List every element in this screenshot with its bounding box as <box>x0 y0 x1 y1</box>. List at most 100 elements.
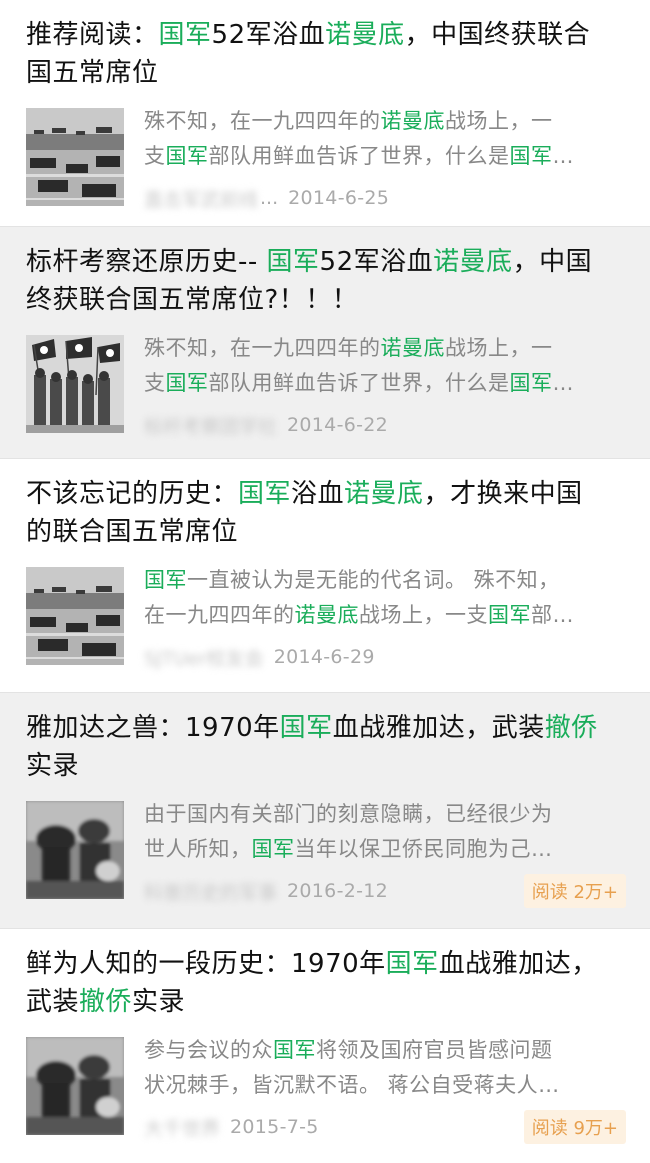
text-line: 实录 <box>26 747 626 785</box>
text-segment: 推荐阅读： <box>26 20 159 50</box>
keyword-highlight: 国军 <box>266 247 320 277</box>
text-segment: ，才换来中国 <box>423 479 583 509</box>
article-title: 推荐阅读：国军52军浴血诺曼底，中国终获联合国五常席位 <box>26 16 626 92</box>
source-ellipsis: ... <box>260 187 279 209</box>
keyword-highlight: 国军 <box>509 371 553 395</box>
article-meta: 大千世界 2015-7-5 阅读 9万+ <box>144 1107 626 1147</box>
text-line: 世人所知，国军当年以保卫侨民同胞为己… <box>144 832 626 867</box>
text-line: 在一九四四年的诺曼底战场上，一支国军部… <box>144 598 626 633</box>
keyword-highlight: 国军 <box>165 144 209 168</box>
article-card[interactable]: 雅加达之兽：1970年国军血战雅加达，武装撤侨 实录 由于国内有关部门的刻意隐瞒，… <box>0 693 650 928</box>
text-segment: ，中国 <box>512 247 593 277</box>
text-segment: 战场上，一支 <box>359 603 488 627</box>
article-date: 2014-6-25 <box>288 187 390 209</box>
article-date: 2015-7-5 <box>230 1116 319 1138</box>
text-segment: 终获联合国五常席位?！！！ <box>26 285 359 315</box>
article-card[interactable]: 鲜为人知的一段历史：1970年国军血战雅加达， 武装撤侨实录 参与会议的众国军将领… <box>0 929 650 1162</box>
text-segment: 殊不知，在一九四四年的 <box>144 336 381 360</box>
article-thumbnail <box>26 801 124 899</box>
text-segment: 标杆考察还原历史-- <box>26 247 267 277</box>
article-thumbnail <box>26 1037 124 1135</box>
read-count-badge: 阅读 2万+ <box>523 874 626 908</box>
keyword-highlight: 国军 <box>488 603 531 627</box>
text-segment: 血战雅加达，武装 <box>332 713 545 743</box>
search-results-list: 推荐阅读：国军52军浴血诺曼底，中国终获联合 国五常席位 殊不知，在一九四四年的诺… <box>0 0 650 1162</box>
article-thumbnail <box>26 335 124 433</box>
keyword-highlight: 诺曼底 <box>380 336 445 360</box>
article-card[interactable]: 不该忘记的历史：国军浴血诺曼底，才换来中国 的联合国五常席位 国军一直被认为是无能… <box>0 459 650 692</box>
text-segment: 在一九四四年的 <box>144 603 295 627</box>
text-segment: 将领及国府官员皆感问题 <box>316 1038 553 1062</box>
keyword-highlight: 诺曼底 <box>325 20 405 50</box>
article-card[interactable]: 推荐阅读：国军52军浴血诺曼底，中国终获联合 国五常席位 殊不知，在一九四四年的诺… <box>0 0 650 226</box>
text-segment: 支 <box>144 371 166 395</box>
text-line: 推荐阅读：国军52军浴血诺曼底，中国终获联合 <box>26 16 626 54</box>
text-segment: 血战雅加达， <box>438 949 598 979</box>
keyword-highlight: 国军 <box>238 479 292 509</box>
keyword-highlight: 诺曼底 <box>433 247 513 277</box>
article-source: 大千世界 <box>144 1117 221 1140</box>
text-segment: ，中国终获联合 <box>404 20 591 50</box>
article-title: 雅加达之兽：1970年国军血战雅加达，武装撤侨 实录 <box>26 709 626 785</box>
text-segment: 52军浴血 <box>211 20 326 50</box>
text-segment: 实录 <box>132 987 186 1017</box>
article-card[interactable]: 标杆考察还原历史-- 国军52军浴血诺曼底，中国终获联合国五常席位?！！！ 殊不… <box>0 227 650 458</box>
keyword-highlight: 国军 <box>279 713 333 743</box>
article-title: 标杆考察还原历史-- 国军52军浴血诺曼底，中国终获联合国五常席位?！！！ <box>26 243 626 319</box>
text-line: 国五常席位 <box>26 54 626 92</box>
text-segment: 状况棘手，皆沉默不语。 蒋公自受蒋夫人… <box>144 1073 560 1097</box>
text-segment: 国五常席位 <box>26 58 159 88</box>
article-summary: 国军一直被认为是无能的代名词。 殊不知， 在一九四四年的诺曼底战场上，一支国军部… <box>144 563 626 633</box>
article-meta: SJTUer校友会 2014-6-29 <box>144 637 626 677</box>
keyword-highlight: 国军 <box>251 837 295 861</box>
text-line: 标杆考察还原历史-- 国军52军浴血诺曼底，中国 <box>26 243 626 281</box>
article-date: 2016-2-12 <box>287 880 389 902</box>
text-line: 殊不知，在一九四四年的诺曼底战场上，一 <box>144 331 626 366</box>
text-segment: 不该忘记的历史： <box>26 479 239 509</box>
keyword-highlight: 国军 <box>509 144 553 168</box>
article-summary: 殊不知，在一九四四年的诺曼底战场上，一 支国军部队用鲜血告诉了世界，什么是国军… <box>144 104 626 174</box>
keyword-highlight: 国军 <box>273 1038 316 1062</box>
article-meta: 直击军武前线 ... 2014-6-25 <box>144 178 626 218</box>
text-segment: 由于国内有关部门的刻意隐瞒，已经很少为 <box>144 802 553 826</box>
keyword-highlight: 国军 <box>144 568 187 592</box>
keyword-highlight: 诺曼底 <box>380 109 445 133</box>
article-thumbnail <box>26 567 124 665</box>
keyword-highlight: 诺曼底 <box>294 603 359 627</box>
text-segment: 部… <box>531 603 574 627</box>
article-summary: 参与会议的众国军将领及国府官员皆感问题状况棘手，皆沉默不语。 蒋公自受蒋夫人… <box>144 1033 626 1103</box>
keyword-highlight: 国军 <box>165 371 209 395</box>
article-summary: 殊不知，在一九四四年的诺曼底战场上，一 支国军部队用鲜血告诉了世界，什么是国军… <box>144 331 626 401</box>
text-line: 武装撤侨实录 <box>26 983 626 1021</box>
text-line: 终获联合国五常席位?！！！ <box>26 281 626 319</box>
article-summary: 由于国内有关部门的刻意隐瞒，已经很少为世人所知，国军当年以保卫侨民同胞为己… <box>144 797 626 867</box>
text-line: 鲜为人知的一段历史：1970年国军血战雅加达， <box>26 945 626 983</box>
text-segment: 战场上，一 <box>445 109 553 133</box>
keyword-highlight: 诺曼底 <box>344 479 424 509</box>
article-title: 鲜为人知的一段历史：1970年国军血战雅加达， 武装撤侨实录 <box>26 945 626 1021</box>
keyword-highlight: 国军 <box>385 949 439 979</box>
article-title: 不该忘记的历史：国军浴血诺曼底，才换来中国的联合国五常席位 <box>26 475 626 551</box>
text-segment: 武装 <box>26 987 80 1017</box>
text-segment: 雅加达之兽：1970年 <box>26 713 280 743</box>
text-segment: 支 <box>144 144 166 168</box>
article-date: 2014-6-29 <box>273 646 375 668</box>
text-segment: 战场上，一 <box>445 336 553 360</box>
text-segment: … <box>552 144 574 168</box>
text-line: 状况棘手，皆沉默不语。 蒋公自受蒋夫人… <box>144 1068 626 1103</box>
article-date: 2014-6-22 <box>287 414 389 436</box>
article-thumbnail <box>26 108 124 206</box>
keyword-highlight: 国军 <box>158 20 212 50</box>
text-segment: 一直被认为是无能的代名词。 殊不知， <box>187 568 560 592</box>
text-segment: 部队用鲜血告诉了世界，什么是 <box>208 144 510 168</box>
article-meta: 标杆考察团学社 2014-6-22 <box>144 405 626 445</box>
text-line: 的联合国五常席位 <box>26 513 626 551</box>
text-line: 殊不知，在一九四四年的诺曼底战场上，一 <box>144 104 626 139</box>
text-line: 参与会议的众国军将领及国府官员皆感问题 <box>144 1033 626 1068</box>
text-segment: 的联合国五常席位 <box>26 517 239 547</box>
article-source: 科普历史的军事 <box>144 881 278 904</box>
text-segment: 当年以保卫侨民同胞为己… <box>294 837 553 861</box>
keyword-highlight: 撤侨 <box>79 987 133 1017</box>
text-segment: 部队用鲜血告诉了世界，什么是 <box>208 371 510 395</box>
text-line: 不该忘记的历史：国军浴血诺曼底，才换来中国 <box>26 475 626 513</box>
